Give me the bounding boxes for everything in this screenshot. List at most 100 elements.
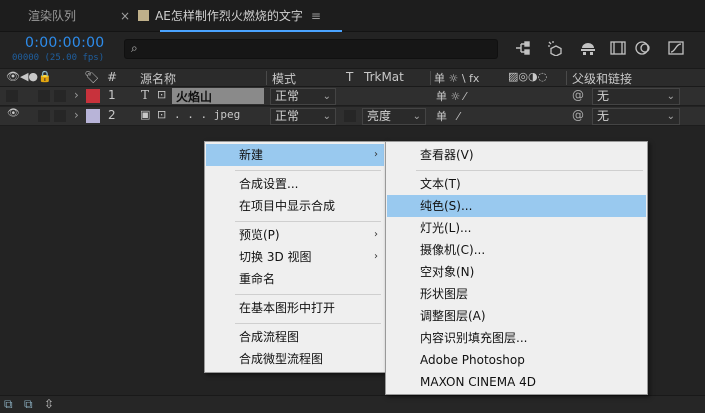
chevron-down-icon: ⌄ [322, 111, 331, 122]
submenu-arrow-icon: › [374, 229, 378, 240]
parent-dropdown[interactable]: 无 ⌄ [592, 108, 680, 125]
video-toggle[interactable] [6, 90, 18, 102]
layer-label-color[interactable] [86, 89, 100, 103]
layer-switches[interactable]: 单 ☼ ⁄ [436, 88, 466, 104]
layer-number: 2 [108, 108, 116, 122]
expand-chevron-icon[interactable]: › [74, 108, 79, 122]
menu-item-switch-3d-view[interactable]: 切换 3D 视图 › [206, 246, 384, 268]
menu-item-label: 合成设置... [239, 177, 299, 191]
frame-blend-icon[interactable] [608, 40, 628, 58]
menu-divider [235, 323, 381, 324]
menu-item-reveal-in-project[interactable]: 在项目中显示合成 [206, 195, 384, 217]
blend-mode-value: 正常 [275, 109, 300, 123]
menu-item-adjustment-layer[interactable]: 调整图层(A) [387, 305, 646, 327]
draft-3d-icon[interactable] [546, 40, 566, 58]
menu-item-adobe-photoshop[interactable]: Adobe Photoshop [387, 349, 646, 371]
menu-item-label: MAXON CINEMA 4D [420, 375, 536, 389]
column-t: T [346, 70, 354, 84]
menu-item-label: 新建 [239, 148, 264, 162]
motion-blur-icon[interactable] [633, 40, 653, 58]
eye-icon[interactable]: 👁 [7, 108, 20, 119]
column-source-name[interactable]: 源名称 [140, 70, 176, 87]
av-features-header-icons: 👁◀●🔒 [6, 70, 52, 83]
expand-chevron-icon[interactable]: › [74, 88, 79, 102]
panel-menu-icon[interactable]: ≡ [311, 9, 321, 23]
menu-item-open-in-essential-graphics[interactable]: 在基本图形中打开 [206, 297, 384, 319]
layer-source-icon: ⊡ [157, 108, 167, 121]
in-out-toggle-icon[interactable]: ⇳ [44, 397, 54, 411]
menu-divider [235, 221, 381, 222]
graph-editor-icon[interactable] [666, 40, 686, 58]
column-parent[interactable]: 父级和链接 [572, 70, 632, 87]
preserve-transparency-toggle[interactable] [344, 110, 356, 122]
tab-composition[interactable]: × AE怎样制作烈火燃烧的文字 ≡ [120, 0, 321, 32]
menu-item-label: 合成微型流程图 [239, 352, 324, 366]
search-icon: ⌕ [131, 41, 138, 55]
menu-divider [235, 170, 381, 171]
layer-name: 火焰山 [176, 90, 213, 104]
pickwhip-icon[interactable]: @ [572, 108, 584, 122]
shy-icon[interactable] [578, 40, 598, 58]
menu-item-label: 在项目中显示合成 [239, 199, 336, 213]
menu-item-content-aware-fill-layer[interactable]: 内容识别填充图层... [387, 327, 646, 349]
layer-search-input[interactable]: ⌕ [124, 39, 498, 59]
menu-item-label: Adobe Photoshop [420, 353, 525, 367]
comp-flowchart-icon[interactable] [513, 40, 533, 58]
menu-item-solid[interactable]: 纯色(S)... [387, 195, 646, 217]
lock-toggle[interactable] [54, 110, 66, 122]
layer-row[interactable]: 👁 › 2 ▣ ⊡ . . . jpeg 正常 ⌄ 亮度 ⌄ 单 ⁄ @ 无 ⌄ [0, 107, 705, 126]
menu-item-label: 灯光(L)... [420, 221, 472, 235]
menu-item-comp-flowchart[interactable]: 合成流程图 [206, 326, 384, 348]
menu-item-light[interactable]: 灯光(L)... [387, 217, 646, 239]
menu-item-rename[interactable]: 重命名 [206, 268, 384, 290]
menu-item-label: 预览(P) [239, 228, 280, 242]
lock-toggle[interactable] [54, 90, 66, 102]
new-submenu: 查看器(V) 文本(T) 纯色(S)... 灯光(L)... 摄像机(C)...… [385, 141, 648, 395]
switch-header-icons: ▨◎◑◌ [508, 70, 548, 83]
layer-number: 1 [108, 88, 116, 102]
menu-item-label: 内容识别填充图层... [420, 331, 528, 345]
column-trkmat[interactable]: TrkMat [364, 70, 404, 84]
parent-dropdown[interactable]: 无 ⌄ [592, 88, 680, 105]
parent-value: 无 [597, 109, 610, 123]
tab-render-queue[interactable]: 渲染队列 [28, 0, 76, 32]
menu-item-null-object[interactable]: 空对象(N) [387, 261, 646, 283]
menu-item-viewer[interactable]: 查看器(V) [387, 144, 646, 166]
layer-name-field[interactable]: 火焰山 [172, 88, 264, 104]
transfer-controls-toggle-icon[interactable]: ⧉ [24, 397, 33, 412]
column-mode[interactable]: 模式 [272, 70, 296, 87]
context-menu: 新建 › 合成设置... 在项目中显示合成 预览(P) › 切换 3D 视图 › 重命… [204, 141, 386, 373]
menu-item-maxon-cinema-4d[interactable]: MAXON CINEMA 4D [387, 371, 646, 393]
trkmat-value: 亮度 [367, 109, 392, 123]
blend-mode-dropdown[interactable]: 正常 ⌄ [270, 88, 336, 105]
menu-item-label: 形状图层 [420, 287, 469, 301]
solo-toggle[interactable] [38, 110, 50, 122]
menu-item-comp-mini-flowchart[interactable]: 合成微型流程图 [206, 348, 384, 370]
menu-item-text[interactable]: 文本(T) [387, 173, 646, 195]
submenu-arrow-icon: › [374, 149, 378, 160]
pickwhip-icon[interactable]: @ [572, 88, 584, 102]
frame-rate-display: 00000 (25.00 fps) [12, 53, 105, 63]
menu-item-preview[interactable]: 预览(P) › [206, 224, 384, 246]
label-header-icon: 🏷 [84, 70, 100, 84]
blend-mode-dropdown[interactable]: 正常 ⌄ [270, 108, 336, 125]
layer-row[interactable]: › 1 T ⊡ 火焰山 正常 ⌄ 单 ☼ ⁄ @ 无 ⌄ [0, 87, 705, 106]
menu-item-camera[interactable]: 摄像机(C)... [387, 239, 646, 261]
menu-item-comp-settings[interactable]: 合成设置... [206, 173, 384, 195]
current-time-display[interactable]: 0:00:00:00 [25, 35, 105, 51]
menu-item-shape-layer[interactable]: 形状图层 [387, 283, 646, 305]
layer-name[interactable]: . . . jpeg [174, 108, 240, 121]
layer-switches[interactable]: 单 ⁄ [436, 108, 459, 124]
menu-item-label: 切换 3D 视图 [239, 250, 312, 264]
panel-tab-bar: 渲染队列 × AE怎样制作烈火燃烧的文字 ≡ [0, 0, 705, 32]
close-icon[interactable]: × [120, 9, 130, 23]
trkmat-dropdown[interactable]: 亮度 ⌄ [362, 108, 426, 125]
parent-value: 无 [597, 89, 610, 103]
menu-item-label: 查看器(V) [420, 148, 474, 162]
solo-toggle[interactable] [38, 90, 50, 102]
column-switches: 单 ☼ \ fx [434, 72, 480, 85]
menu-item-new[interactable]: 新建 › [206, 144, 384, 166]
menu-divider [416, 170, 643, 171]
layer-switches-toggle-icon[interactable]: ⧉ [4, 397, 13, 412]
layer-label-color[interactable] [86, 109, 100, 123]
